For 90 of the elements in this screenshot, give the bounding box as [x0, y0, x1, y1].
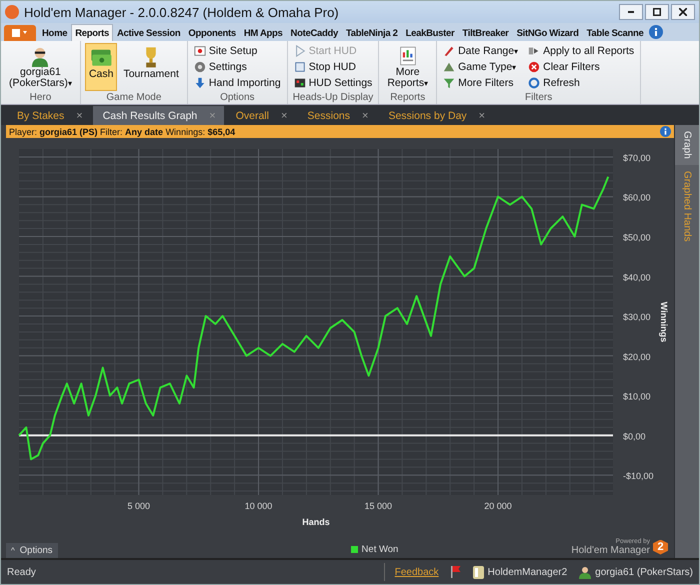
window-icon: [11, 28, 29, 38]
ribbon-button[interactable]: gorgia61 (PokerStars)▾: [5, 43, 76, 91]
help-icon[interactable]: [648, 25, 663, 39]
ribbon-button[interactable]: More Reports▾: [383, 43, 432, 91]
y-tick-label: $20,00: [623, 352, 651, 362]
y-tick-label: $70,00: [623, 152, 651, 163]
ribbon-group-label: Game Mode: [106, 91, 162, 104]
y-tick-label: $10,00: [623, 392, 651, 402]
ribbon-button[interactable]: HUD Settings: [292, 75, 374, 90]
clear-icon: [528, 60, 540, 72]
ribbon-button[interactable]: More Filters: [441, 75, 520, 90]
ribbon-button[interactable]: Cash: [84, 43, 118, 91]
document-tab[interactable]: Sessions by Day ×: [378, 106, 494, 125]
maximize-button[interactable]: [645, 4, 669, 20]
filter-summary: Player: gorgia61 (PS) Filter: Any date Winnings: $65,04: [9, 126, 236, 136]
triangle-icon: [443, 60, 456, 72]
ribbon-tab[interactable]: Opponents: [184, 24, 240, 41]
minimize-button[interactable]: [619, 4, 643, 20]
ribbon-tab[interactable]: Table Scanne: [582, 24, 648, 41]
flag-icon[interactable]: [450, 566, 461, 578]
ribbon-group-label: Filters: [525, 91, 552, 104]
ribbon-group-label: Reports: [390, 91, 426, 104]
ribbon-tab[interactable]: SitNGo Wizard: [512, 24, 583, 41]
ribbon-button[interactable]: Apply to all Reports: [526, 43, 636, 58]
x-tick-label: 20 000: [484, 501, 512, 511]
x-tick-label: 15 000: [364, 501, 392, 511]
y-tick-label: $40,00: [623, 272, 651, 282]
square-icon: [294, 60, 306, 72]
play-icon: [294, 44, 306, 56]
ribbon-button[interactable]: Game Type▾: [441, 59, 520, 74]
y-tick-label: -$10,00: [623, 471, 654, 482]
ribbon-button[interactable]: Clear Filters: [526, 59, 636, 74]
down-arrow-icon: [194, 76, 206, 88]
y-tick-label: $60,00: [623, 192, 651, 203]
brand-name: Hold'em Manager: [571, 545, 650, 556]
minimize-icon: [628, 11, 634, 13]
ribbon-tab[interactable]: LeakBuster: [402, 24, 458, 41]
ribbon-button[interactable]: Settings: [192, 59, 283, 74]
database-icon: [472, 566, 484, 578]
gear-icon: [194, 60, 206, 72]
person-icon: [579, 566, 592, 578]
ribbon-tab[interactable]: TableNinja 2: [342, 24, 402, 41]
document-tab[interactable]: Cash Results Graph ×: [92, 106, 224, 125]
pencil-icon: [443, 44, 456, 56]
screen-icon: [294, 76, 306, 88]
ribbon-group-label: Options: [220, 91, 255, 104]
feedback-link[interactable]: Feedback: [394, 566, 439, 578]
app-logo-icon: [5, 5, 19, 19]
window-title: Hold'em Manager - 2.0.0.8247 (Holdem & Omaha Pro): [24, 4, 340, 20]
forward-icon: [528, 44, 540, 56]
ribbon-tab[interactable]: HM Apps: [240, 24, 287, 41]
document-tab[interactable]: Sessions ×: [297, 106, 376, 125]
ribbon-button[interactable]: Tournament: [119, 43, 183, 91]
help-icon[interactable]: [660, 126, 671, 137]
ribbon-group-label: Heads-Up Display: [292, 91, 374, 104]
ribbon-tab[interactable]: Reports: [71, 24, 113, 41]
status-item: HoldemManager2: [488, 566, 568, 578]
app-menu-button[interactable]: [4, 25, 36, 41]
x-tick-label: 10 000: [244, 501, 272, 511]
document-tab[interactable]: By Stakes ×: [7, 106, 91, 125]
ribbon-tab[interactable]: NoteCaddy: [286, 24, 342, 41]
ribbon-button[interactable]: Date Range▾: [441, 43, 520, 58]
document-tab[interactable]: Overall ×: [226, 106, 296, 125]
ribbon-button[interactable]: Hand Importing: [192, 75, 283, 90]
close-button[interactable]: [671, 4, 695, 20]
y-tick-label: $0,00: [623, 431, 646, 442]
side-tab[interactable]: Graph: [675, 125, 699, 165]
ribbon-button[interactable]: Refresh: [526, 75, 636, 90]
ribbon-button[interactable]: Stop HUD: [292, 59, 374, 74]
options-button[interactable]: ^ Options: [6, 543, 58, 558]
x-tick-label: 5 000: [128, 501, 150, 511]
window-icon: [194, 44, 206, 56]
refresh-icon: [528, 76, 540, 88]
legend-swatch: [350, 546, 358, 553]
legend-label: Net Won: [362, 544, 398, 555]
x-axis-title: Hands: [302, 517, 330, 527]
status-text: Ready: [7, 566, 36, 578]
status-item: gorgia61 (PokerStars): [595, 566, 693, 578]
filter-icon: [443, 76, 456, 88]
y-tick-label: $30,00: [623, 312, 651, 322]
ribbon-tab[interactable]: Active Session: [113, 24, 184, 41]
brand-badge: 2: [653, 540, 668, 554]
maximize-icon: [653, 8, 661, 16]
y-tick-label: $50,00: [623, 232, 651, 242]
ribbon-tab[interactable]: Home: [38, 24, 72, 41]
ribbon-button[interactable]: Site Setup: [192, 43, 283, 58]
y-axis-title: Winnings: [659, 302, 669, 342]
close-icon: [679, 8, 687, 16]
ribbon-tab[interactable]: TiltBreaker: [458, 24, 513, 41]
ribbon-group-label: Hero: [30, 91, 52, 104]
